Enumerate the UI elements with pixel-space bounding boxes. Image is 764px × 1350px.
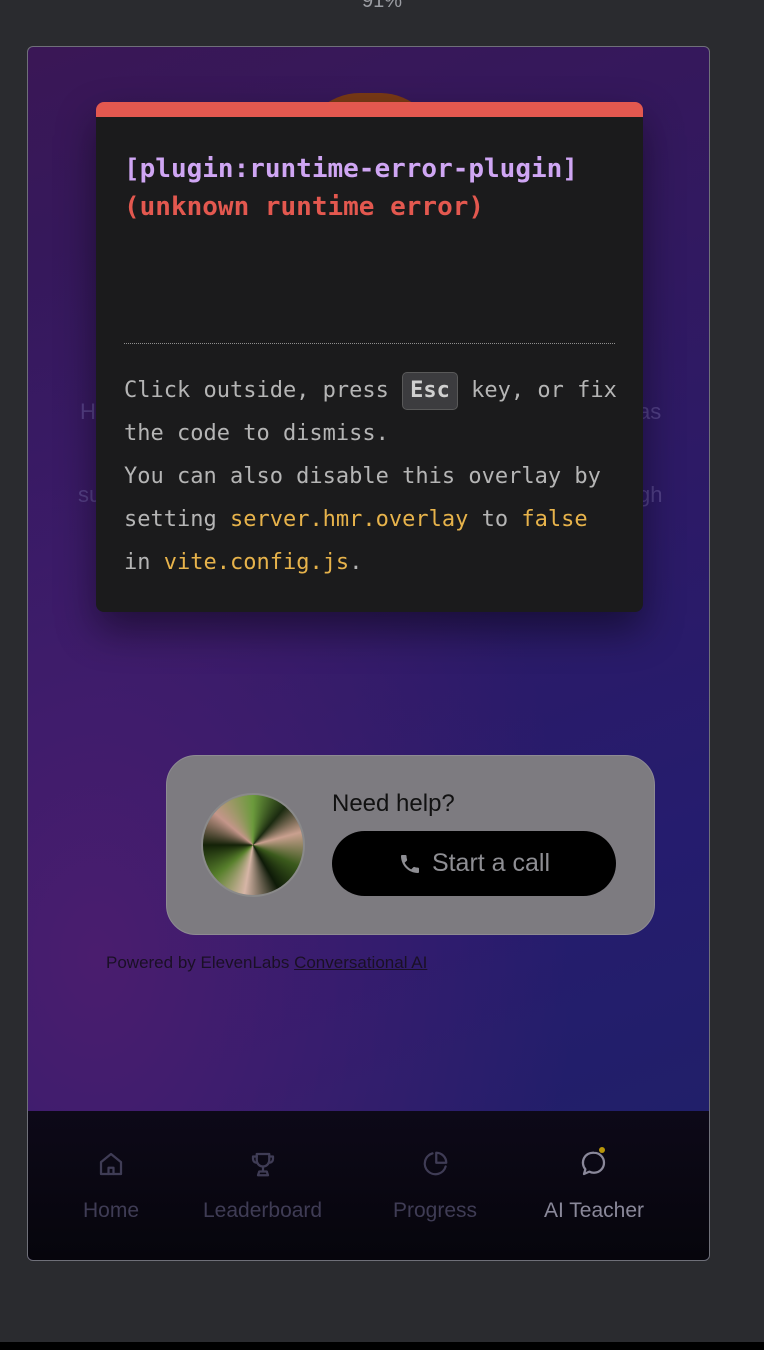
start-call-label: Start a call (431, 849, 551, 877)
conversational-ai-link[interactable]: Conversational AI (294, 953, 427, 972)
phone-icon (400, 854, 419, 873)
home-icon (99, 1152, 123, 1176)
config-file: vite.config.js (163, 550, 350, 575)
tip-text: to (481, 507, 509, 532)
bottom-tab-bar: Home Leaderboard Progress AI Teacher (28, 1111, 709, 1260)
esc-key: Esc (402, 372, 458, 410)
tab-ai-teacher[interactable]: AI Teacher (544, 1149, 644, 1223)
background-text: H (80, 399, 96, 424)
tip-text: Click outside, press (124, 378, 389, 403)
config-key: server.hmr.overlay (229, 507, 469, 532)
screen-bottom-edge (0, 1342, 764, 1350)
tab-home-label: Home (83, 1199, 140, 1222)
powered-by-text: Powered by ElevenLabs Conversational AI (106, 953, 427, 973)
tab-ai-teacher-label: AI Teacher (544, 1199, 645, 1222)
vite-error-overlay[interactable]: [plugin:runtime-error-plugin] (unknown r… (96, 102, 643, 612)
powered-by-prefix: Powered by ElevenLabs (106, 953, 290, 972)
chat-bubble-icon (581, 1151, 606, 1176)
trophy-icon (251, 1152, 274, 1177)
tab-progress[interactable]: Progress (393, 1149, 477, 1223)
error-tip: Click outside, press Esc key, or fix the… (124, 369, 624, 584)
zoom-level: 91% (361, 0, 403, 12)
tab-leaderboard[interactable]: Leaderboard (203, 1149, 322, 1223)
pie-chart-icon (423, 1151, 448, 1176)
tip-text: . (349, 550, 363, 575)
agent-avatar-orb (203, 795, 303, 895)
tab-progress-label: Progress (393, 1199, 478, 1222)
config-value: false (521, 507, 588, 532)
active-tab-indicator (599, 1147, 605, 1153)
error-title: [plugin:runtime-error-plugin] (unknown r… (124, 150, 584, 226)
tab-leaderboard-label: Leaderboard (203, 1199, 323, 1222)
separator (124, 343, 615, 344)
error-plugin-name: [plugin:runtime-error-plugin] (124, 154, 578, 184)
tab-home[interactable]: Home (83, 1149, 139, 1223)
tip-text: in (124, 550, 151, 575)
error-message: (unknown runtime error) (124, 192, 485, 222)
start-call-button[interactable]: Start a call (332, 831, 616, 896)
need-help-label: Need help? (332, 790, 455, 817)
conversational-ai-widget: Need help? Start a call (166, 755, 655, 935)
